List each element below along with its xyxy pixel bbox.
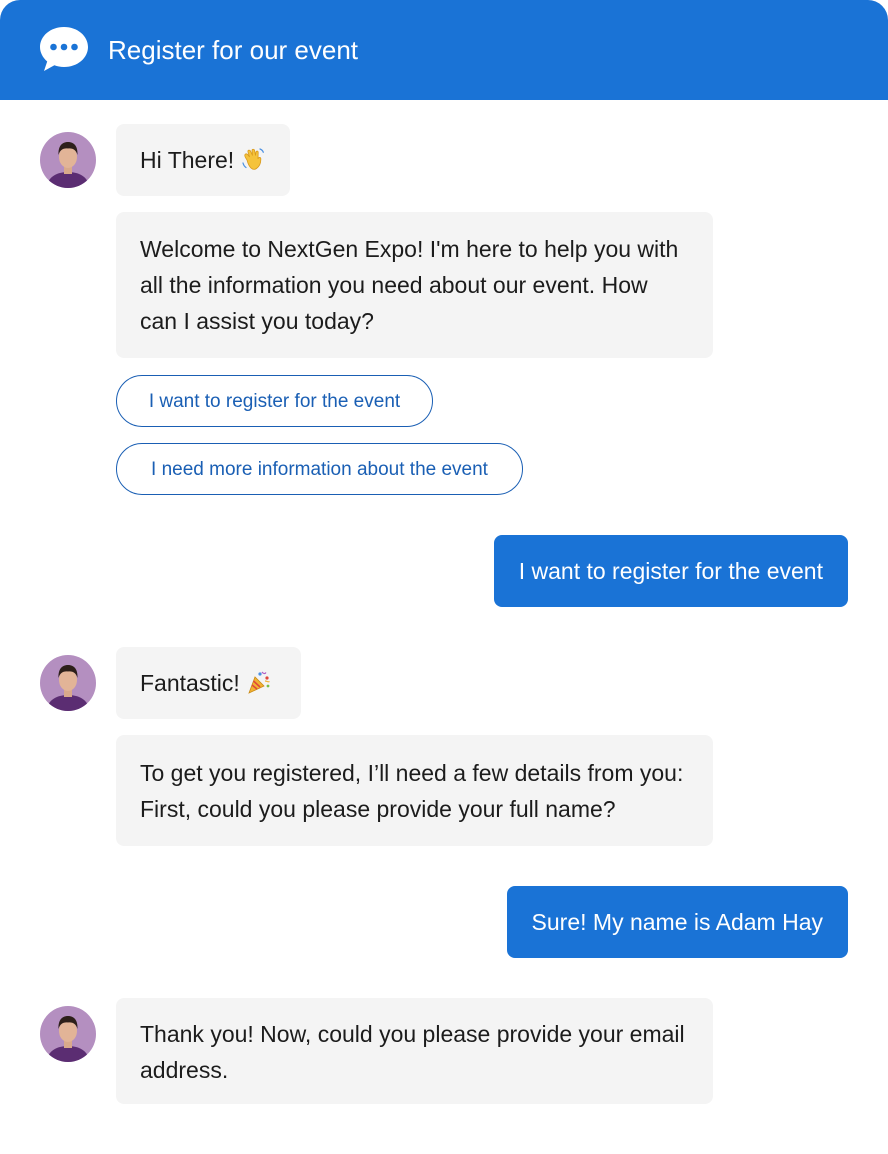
bot-message: Fantastic! (116, 647, 301, 719)
option-register-button[interactable]: I want to register for the event (116, 375, 433, 427)
bot-message: To get you registered, I’ll need a few d… (116, 735, 713, 846)
message-text: To get you registered, I’ll need a few d… (140, 760, 684, 822)
message-text: Hi There! (140, 147, 235, 173)
party-popper-icon (246, 651, 272, 723)
chat-header: Register for our event (0, 0, 888, 100)
option-more-info-button[interactable]: I need more information about the event (116, 443, 523, 495)
user-message: Sure! My name is Adam Hay (506, 886, 848, 958)
message-text: Thank you! Now, could you please provide… (140, 1021, 685, 1083)
chat-bubble-icon (38, 25, 90, 73)
message-text: Fantastic! (140, 670, 240, 696)
user-message: I want to register for the event (493, 535, 848, 607)
bot-message: Welcome to NextGen Expo! I'm here to hel… (116, 212, 713, 358)
bot-avatar (40, 132, 96, 188)
message-text: Welcome to NextGen Expo! I'm here to hel… (140, 236, 679, 334)
bot-avatar (40, 655, 96, 711)
bot-message: Thank you! Now, could you please provide… (116, 998, 713, 1104)
waving-hand-icon (240, 128, 266, 200)
bot-avatar (40, 1006, 96, 1062)
bot-message: Hi There! (116, 124, 290, 196)
chat-title: Register for our event (108, 35, 359, 65)
